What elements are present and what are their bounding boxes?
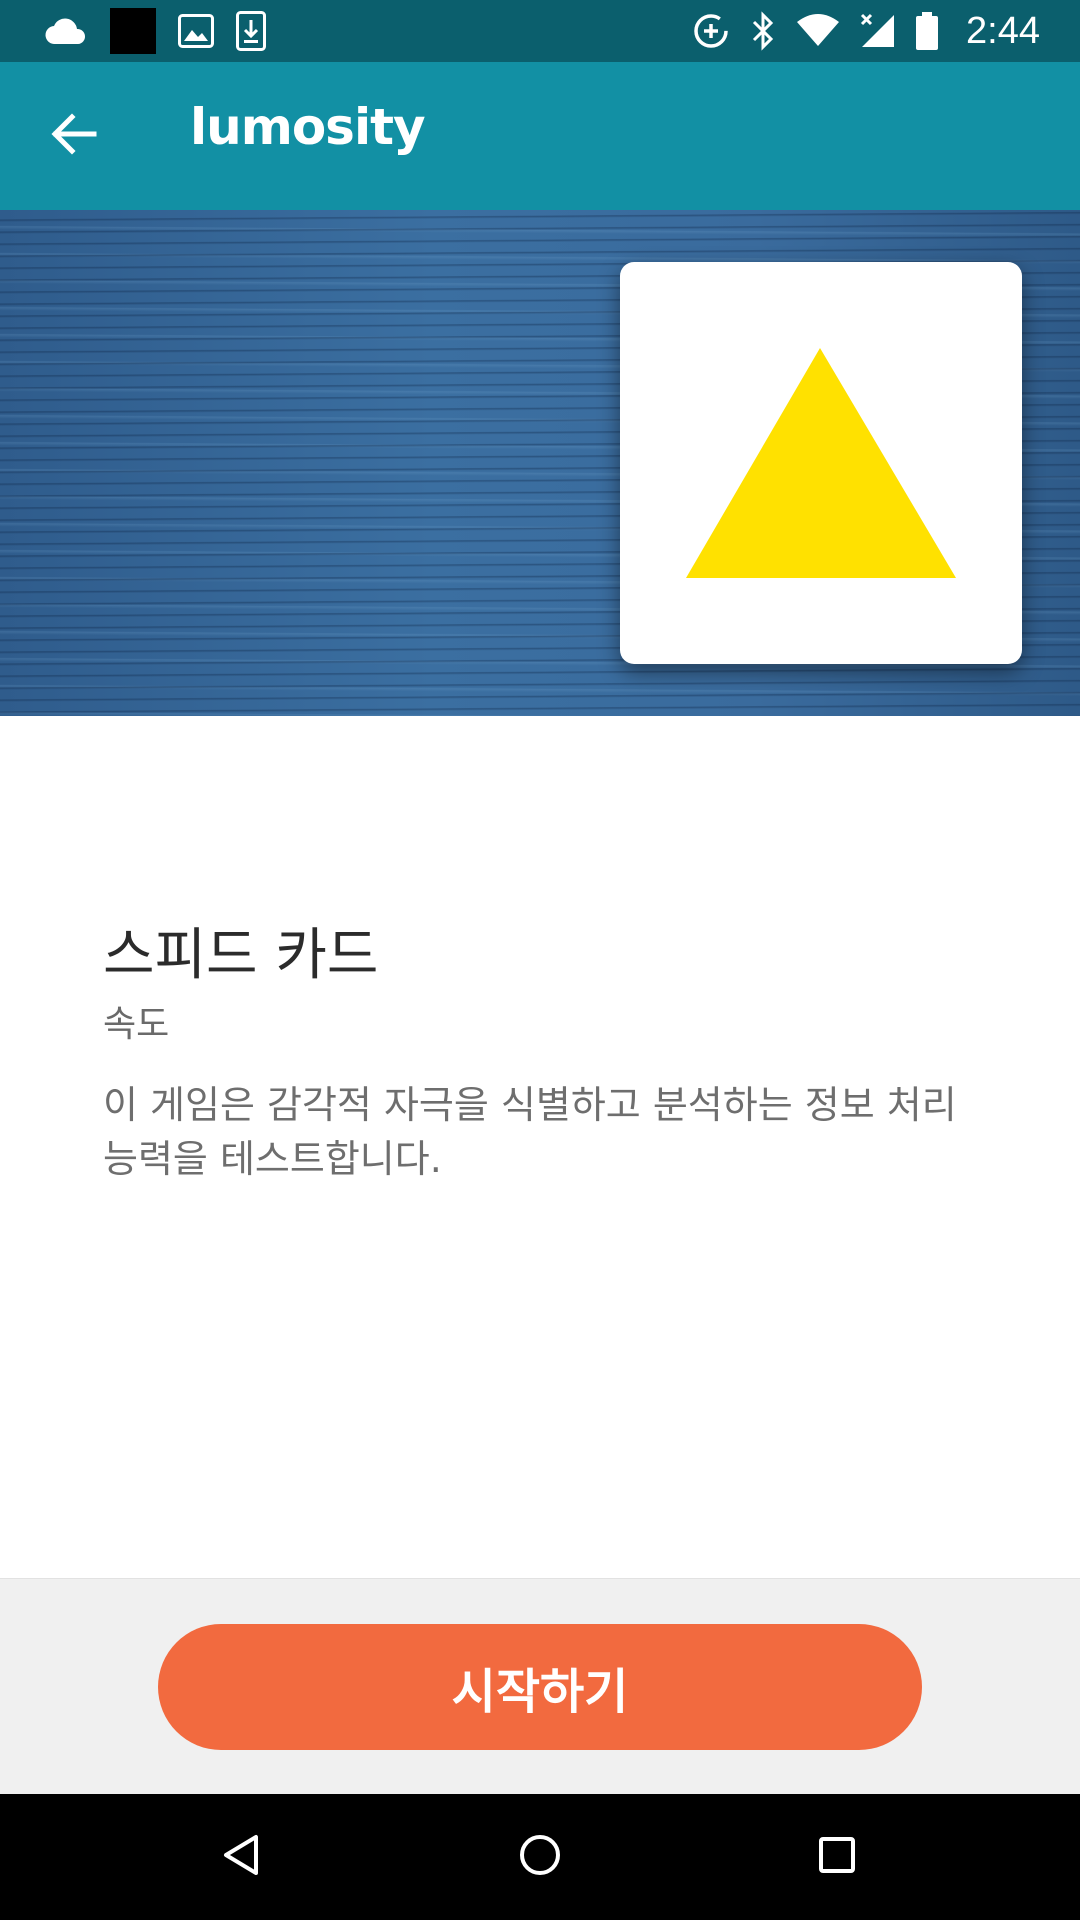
arrow-left-icon [50,112,98,160]
nav-back-button[interactable] [208,1824,274,1890]
home-circle-icon [518,1833,562,1881]
status-bar-left [44,0,266,62]
back-triangle-icon [221,1833,261,1881]
cloud-icon [44,16,88,46]
app-bar: lumosity [0,62,1080,210]
footer: 시작하기 [0,1578,1080,1794]
status-bar-right: 2:44 [692,0,1040,62]
battery-icon [916,12,939,50]
game-icon-card [620,262,1022,664]
hero-banner [0,210,1080,716]
app-title: lumosity [190,98,426,156]
yellow-triangle-icon [686,348,956,578]
cellular-icon [860,13,896,49]
game-category: 속도 [103,1004,170,1045]
download-icon [236,11,266,51]
bluetooth-icon [750,11,776,51]
app-square-icon [110,8,156,54]
navigation-bar [0,1794,1080,1920]
back-button[interactable] [38,100,110,172]
game-title: 스피드 카드 [103,923,379,988]
status-time: 2:44 [966,9,1040,52]
game-info: 스피드 카드 속도 이 게임은 감각적 자극을 식별하고 분석하는 정보 처리 … [103,920,983,1186]
image-icon [178,14,214,48]
wifi-icon [796,14,840,48]
status-bar: 2:44 [0,0,1080,62]
nav-home-button[interactable] [507,1824,573,1890]
data-saver-icon [692,12,730,50]
game-description: 이 게임은 감각적 자극을 식별하고 분석하는 정보 처리 능력을 테스트합니다… [103,1083,957,1181]
recents-square-icon [817,1835,857,1879]
start-button[interactable]: 시작하기 [158,1624,922,1750]
nav-recents-button[interactable] [804,1824,870,1890]
